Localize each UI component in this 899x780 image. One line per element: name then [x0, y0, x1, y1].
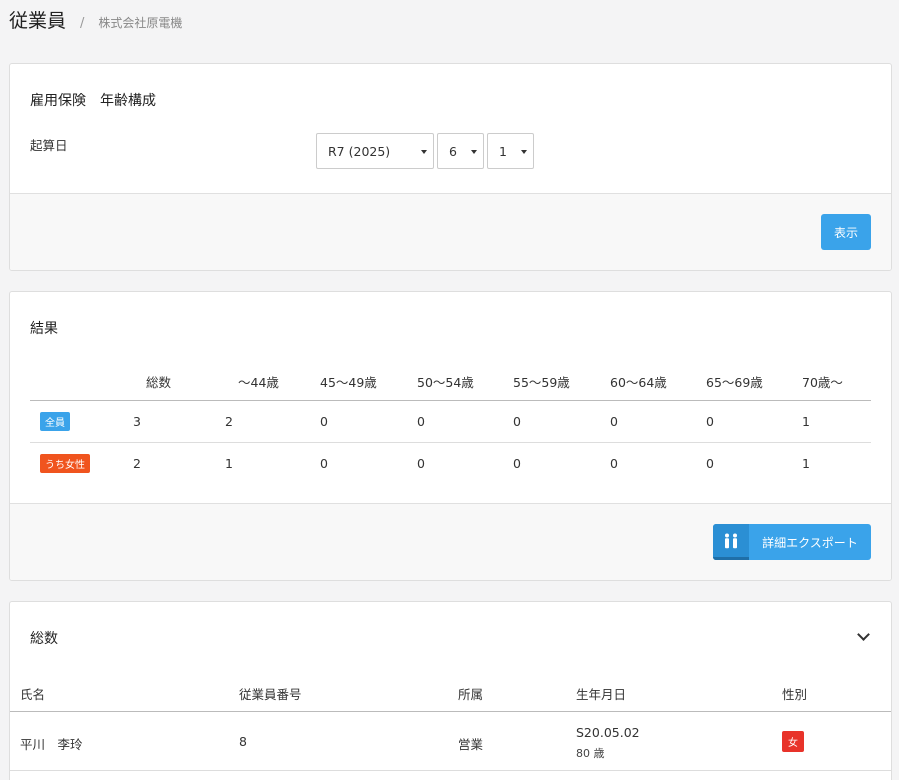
year-select[interactable]: R7 (2025) [316, 133, 434, 169]
table-cell: 0 [320, 414, 328, 429]
employee-number: 8 [239, 734, 247, 749]
page-header: 従業員 / 株式会社原電機 [9, 6, 182, 32]
column-header-name: 氏名 [20, 687, 46, 702]
table-row: 全員 3 2 0 0 0 0 0 1 [30, 401, 871, 443]
employee-birth-date: S20.05.02 [576, 725, 640, 740]
employee-table-header: 氏名 従業員番号 所属 生年月日 性別 [10, 672, 891, 712]
filter-title: 雇用保険 年齢構成 [30, 93, 156, 109]
table-cell: 1 [802, 414, 810, 429]
day-select[interactable]: 1 [487, 133, 534, 169]
filter-card: 雇用保険 年齢構成 起算日 R7 (2025) 6 1 表示 [9, 63, 892, 271]
table-cell: 0 [706, 456, 714, 471]
age-table: 総数 〜44歳 45〜49歳 50〜54歳 55〜59歳 60〜64歳 65〜6… [30, 364, 871, 485]
column-header: 50〜54歳 [417, 375, 474, 390]
column-header: 〜44歳 [238, 375, 279, 390]
female-badge: うち女性 [40, 454, 90, 473]
year-select-value: R7 (2025) [328, 143, 391, 159]
column-header-number: 従業員番号 [239, 687, 302, 702]
results-title: 結果 [30, 321, 58, 337]
table-cell: 0 [513, 456, 521, 471]
column-header: 70歳〜 [802, 375, 843, 390]
export-button[interactable]: 詳細エクスポート [713, 524, 871, 560]
total-title: 総数 [30, 631, 58, 647]
column-header: 60〜64歳 [610, 375, 667, 390]
column-header-gender: 性別 [782, 687, 808, 702]
start-date-label: 起算日 [30, 138, 68, 153]
table-cell: 0 [417, 456, 425, 471]
filter-footer: 表示 [10, 193, 891, 270]
results-footer: 詳細エクスポート [10, 503, 891, 580]
month-select[interactable]: 6 [437, 133, 484, 169]
breadcrumb-separator: / [80, 16, 85, 31]
table-cell: 0 [513, 414, 521, 429]
caret-down-icon [521, 150, 527, 154]
table-cell: 2 [133, 456, 141, 471]
column-header: 45〜49歳 [320, 375, 377, 390]
column-header: 55〜59歳 [513, 375, 570, 390]
column-header-birth: 生年月日 [576, 687, 627, 702]
people-icon [713, 524, 749, 560]
month-select-value: 6 [449, 143, 457, 159]
table-cell: 1 [802, 456, 810, 471]
table-cell: 1 [225, 456, 233, 471]
column-header: 総数 [146, 375, 172, 390]
company-name[interactable]: 株式会社原電機 [98, 14, 182, 31]
table-row: うち女性 2 1 0 0 0 0 0 1 [30, 443, 871, 485]
chevron-down-icon[interactable] [857, 628, 870, 641]
results-card: 結果 総数 〜44歳 45〜49歳 50〜54歳 55〜59歳 60〜64歳 6… [9, 291, 892, 581]
table-cell: 0 [417, 414, 425, 429]
day-select-value: 1 [499, 143, 507, 159]
all-badge: 全員 [40, 412, 70, 431]
table-cell: 0 [320, 456, 328, 471]
table-row[interactable]: 平川 李玲 8 営業 S20.05.02 80 歳 女 [10, 712, 891, 771]
show-button[interactable]: 表示 [821, 214, 871, 250]
column-header-dept: 所属 [458, 687, 484, 702]
employee-name[interactable]: 平川 李玲 [20, 734, 83, 753]
age-table-header: 総数 〜44歳 45〜49歳 50〜54歳 55〜59歳 60〜64歳 65〜6… [30, 364, 871, 401]
table-cell: 0 [610, 456, 618, 471]
page-title: 従業員 [9, 10, 67, 32]
table-cell: 0 [610, 414, 618, 429]
caret-down-icon [471, 150, 477, 154]
gender-badge: 女 [782, 731, 804, 752]
employee-age: 80 歳 [576, 747, 605, 760]
column-header: 65〜69歳 [706, 375, 763, 390]
caret-down-icon [421, 150, 427, 154]
total-card: 総数 氏名 従業員番号 所属 生年月日 性別 平川 李玲 8 営業 S20.05… [9, 601, 892, 780]
table-cell: 3 [133, 414, 141, 429]
table-cell: 0 [706, 414, 714, 429]
export-button-label: 詳細エクスポート [762, 535, 858, 550]
employee-dept: 営業 [458, 737, 484, 752]
table-cell: 2 [225, 414, 233, 429]
